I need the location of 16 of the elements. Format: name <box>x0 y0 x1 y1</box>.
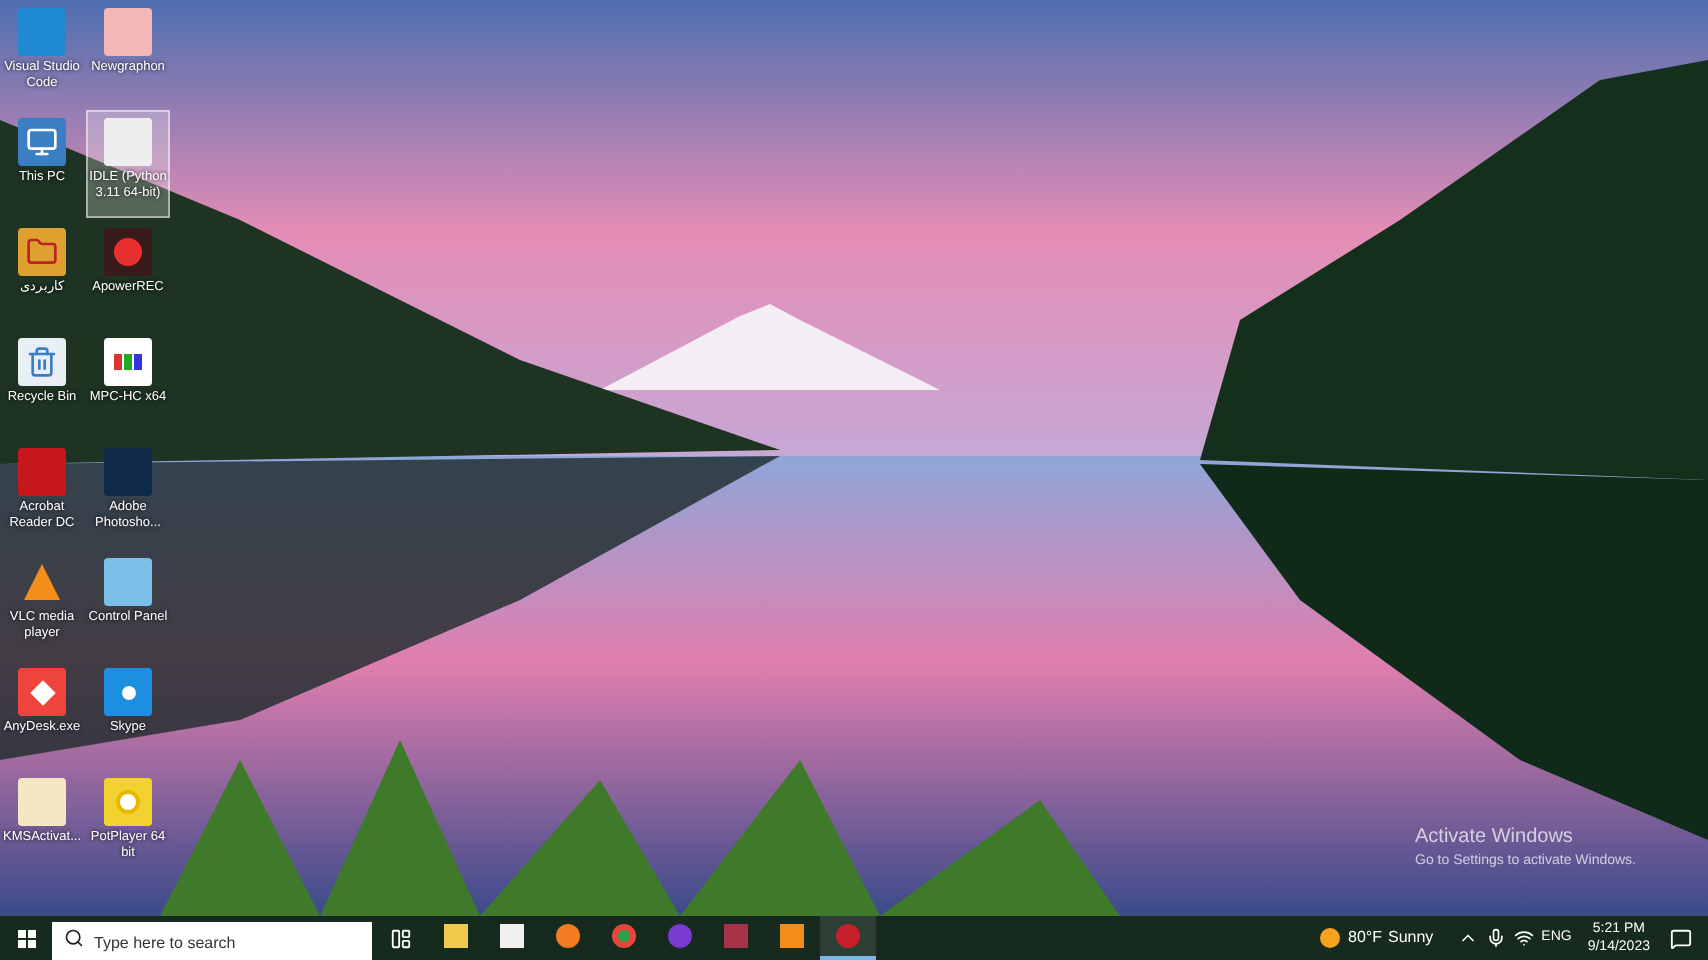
microphone-icon[interactable] <box>1485 928 1506 948</box>
monitor-icon <box>18 118 66 166</box>
search-field[interactable]: Type here to search <box>52 921 372 960</box>
network-icon[interactable] <box>1513 928 1534 948</box>
activation-title: Activate Windows <box>1415 823 1575 851</box>
record-icon <box>104 228 152 276</box>
notification-icon[interactable] <box>1670 927 1692 949</box>
film-strip-icon <box>104 338 152 386</box>
windows-logo-icon <box>17 929 35 947</box>
weather-condition: Sunny <box>1387 926 1434 950</box>
record-icon <box>836 924 860 948</box>
sun-icon <box>1320 928 1340 948</box>
recycle-bin-icon <box>18 338 66 386</box>
search-icon <box>64 928 84 948</box>
weather-temperature: 80°F <box>1348 926 1382 950</box>
task-view-icon <box>389 927 411 949</box>
